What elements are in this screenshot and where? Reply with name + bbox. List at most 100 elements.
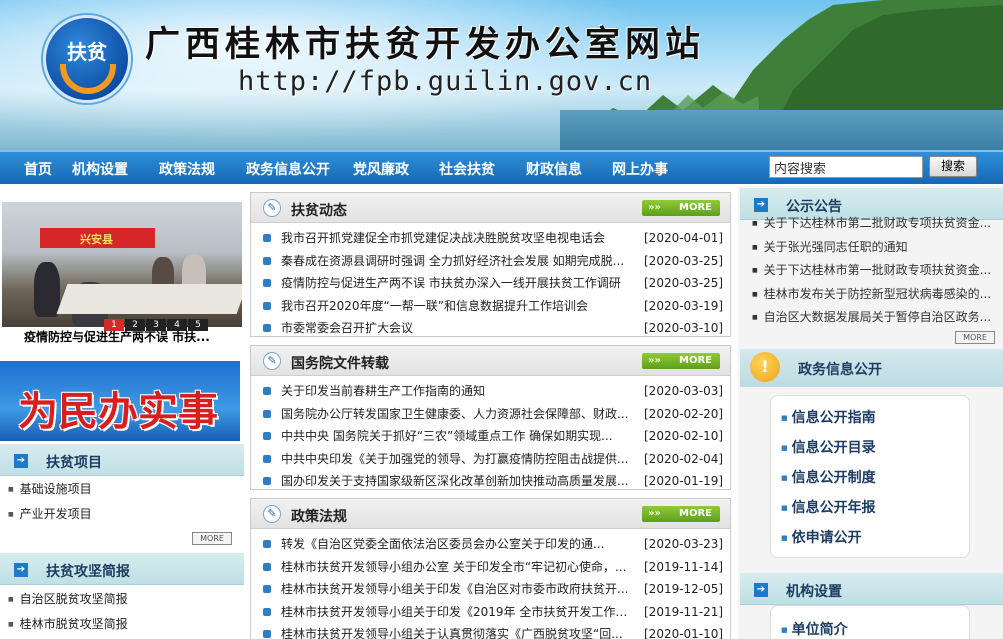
panel-state-council-docs: ✎ 国务院文件转载 MORE 关于印发当前春耕生产工作指南的通知 [2020-03… bbox=[250, 345, 731, 490]
more-button[interactable]: MORE bbox=[192, 532, 232, 545]
news-item[interactable]: 国务院办公厅转发国家卫生健康委、人力资源社会保障部、财政... [2020-02-… bbox=[251, 403, 730, 426]
list-item[interactable]: 关于下达桂林市第二批财政专项扶贫资金... bbox=[752, 212, 992, 236]
news-title[interactable]: 我市召开2020年度“一帮一联”和信息数据提升工作培训会 bbox=[281, 295, 631, 318]
news-title[interactable]: 桂林市扶贫开发领导小组关于印发《2019年 全市扶贫开发工作成... bbox=[281, 601, 631, 624]
news-title[interactable]: 桂林市扶贫开发领导小组办公室 关于印发全市“牢记初心使命，... bbox=[281, 556, 631, 579]
org-box: 单位简介 bbox=[770, 605, 970, 639]
news-list: 转发《自治区党委全面依法治区委员会办公室关于印发的通... [2020-03-23… bbox=[251, 529, 730, 639]
nav-policy[interactable]: 政策法规 bbox=[159, 159, 215, 179]
news-title[interactable]: 国务院办公厅转发国家卫生健康委、人力资源社会保障部、财政... bbox=[281, 403, 631, 426]
slogan-text: 为民办实事 bbox=[18, 388, 218, 435]
news-title[interactable]: 秦春成在资源县调研时强调 全力抓好经济社会发展 如期完成脱... bbox=[281, 250, 631, 273]
news-date: [2019-11-21] bbox=[644, 604, 724, 619]
news-title[interactable]: 我市召开抓党建促全市抓党建促决战决胜脱贫攻坚电视电话会 bbox=[281, 227, 631, 250]
site-banner: 扶贫 广西桂林市扶贫开发办公室网站 http://fpb.guilin.gov.… bbox=[0, 0, 1003, 150]
more-button[interactable]: MORE bbox=[642, 200, 720, 216]
list-item[interactable]: 自治区脱贫攻坚简报 bbox=[8, 587, 128, 612]
news-list: 我市召开抓党建促全市抓党建促决战决胜脱贫攻坚电视电话会 [2020-04-01] … bbox=[251, 223, 730, 340]
section-title: 扶贫攻坚简报 bbox=[46, 564, 130, 580]
nav-online-service[interactable]: 网上办事 bbox=[612, 159, 668, 179]
news-title[interactable]: 中共中央印发《关于加强党的领导、为打赢疫情防控阻击战提供... bbox=[281, 448, 631, 471]
photo-banner-text: 兴安县 bbox=[80, 233, 113, 246]
news-item[interactable]: 我市召开抓党建促全市抓党建促决战决胜脱贫攻坚电视电话会 [2020-04-01] bbox=[251, 227, 730, 250]
section-title: 扶贫项目 bbox=[46, 455, 102, 471]
org-links: 单位简介 bbox=[771, 606, 969, 639]
list-item[interactable]: 桂林市发布关于防控新型冠状病毒感染的... bbox=[752, 283, 992, 307]
news-title[interactable]: 国办印发关于支持国家级新区深化改革创新加快推动高质量发展... bbox=[281, 470, 631, 493]
org-intro-link[interactable]: 单位简介 bbox=[771, 615, 969, 639]
news-item[interactable]: 桂林市扶贫开发领导小组关于印发《自治区对市委市政府扶贫开... [2019-12-… bbox=[251, 578, 730, 601]
news-title[interactable]: 转发《自治区党委全面依法治区委员会办公室关于印发的通... bbox=[281, 533, 631, 556]
nav-party-conduct[interactable]: 党风廉政 bbox=[353, 159, 409, 179]
list-item[interactable]: 关于下达桂林市第一批财政专项扶贫资金... bbox=[752, 259, 992, 283]
news-slideshow-image[interactable]: 兴安县 bbox=[2, 202, 242, 327]
more-button[interactable]: MORE bbox=[642, 353, 720, 369]
news-list: 关于印发当前春耕生产工作指南的通知 [2020-03-03] 国务院办公厅转发国家… bbox=[251, 376, 730, 493]
more-button[interactable]: MORE bbox=[642, 506, 720, 522]
gov-info-request-link[interactable]: 依申请公开 bbox=[771, 523, 969, 553]
gov-info-annual-report-link[interactable]: 信息公开年报 bbox=[771, 493, 969, 523]
nav-home[interactable]: 首页 bbox=[24, 159, 52, 179]
news-item[interactable]: 转发《自治区党委全面依法治区委员会办公室关于印发的通... [2020-03-23… bbox=[251, 533, 730, 556]
news-item[interactable]: 国办印发关于支持国家级新区深化改革创新加快推动高质量发展... [2020-01-… bbox=[251, 470, 730, 493]
panel-title: 国务院文件转载 bbox=[291, 356, 389, 372]
list-item[interactable]: 产业开发项目 bbox=[8, 502, 92, 527]
news-item[interactable]: 中共中央 国务院关于抓好“三农”领域重点工作 确保如期实现... [2020-02… bbox=[251, 425, 730, 448]
panel-policy: ✎ 政策法规 MORE 转发《自治区党委全面依法治区委员会办公室关于印发的通..… bbox=[250, 498, 731, 639]
section-title: 机构设置 bbox=[786, 584, 842, 600]
slogan-banner[interactable]: 为民办实事 bbox=[0, 361, 240, 441]
section-head-gov-info: ! 政务信息公开 bbox=[740, 349, 1003, 387]
photo-person bbox=[34, 262, 60, 317]
news-item[interactable]: 市委常委会召开扩大会议 [2020-03-10] bbox=[251, 317, 730, 340]
nav-finance[interactable]: 财政信息 bbox=[526, 159, 582, 179]
pen-icon: ✎ bbox=[263, 199, 281, 217]
logo-text: 扶贫 bbox=[67, 40, 107, 64]
news-item[interactable]: 中共中央印发《关于加强党的领导、为打赢疫情防控阻击战提供... [2020-02-… bbox=[251, 448, 730, 471]
poverty-alleviation-logo: 扶贫 bbox=[43, 15, 131, 103]
nav-social-aid[interactable]: 社会扶贫 bbox=[439, 159, 495, 179]
news-title[interactable]: 关于印发当前春耕生产工作指南的通知 bbox=[281, 380, 631, 403]
panel-title: 政策法规 bbox=[291, 509, 347, 525]
notice-list: 关于下达桂林市第二批财政专项扶贫资金... 关于张光强同志任职的通知 关于下达桂… bbox=[752, 212, 992, 330]
news-date: [2020-03-25] bbox=[644, 276, 724, 290]
briefing-list: 自治区脱贫攻坚简报 桂林市脱贫攻坚简报 bbox=[8, 587, 128, 637]
section-head-briefing: ➔ 扶贫攻坚简报 bbox=[0, 553, 244, 585]
news-item[interactable]: 桂林市扶贫开发领导小组关于认真贯彻落实《广西脱贫攻坚“回... [2020-01-… bbox=[251, 623, 730, 639]
news-date: [2020-03-23] bbox=[644, 537, 724, 551]
news-item[interactable]: 桂林市扶贫开发领导小组办公室 关于印发全市“牢记初心使命，... [2019-11… bbox=[251, 556, 730, 579]
list-item[interactable]: 基础设施项目 bbox=[8, 477, 92, 502]
nav-organization[interactable]: 机构设置 bbox=[72, 159, 128, 179]
news-item[interactable]: 秦春成在资源县调研时强调 全力抓好经济社会发展 如期完成脱... [2020-03… bbox=[251, 250, 730, 273]
river-water bbox=[560, 110, 1003, 150]
news-title[interactable]: 市委常委会召开扩大会议 bbox=[281, 317, 631, 340]
news-item[interactable]: 关于印发当前春耕生产工作指南的通知 [2020-03-03] bbox=[251, 380, 730, 403]
panel-poverty-news: ✎ 扶贫动态 MORE 我市召开抓党建促全市抓党建促决战决胜脱贫攻坚电视电话会 [… bbox=[250, 192, 731, 337]
search-input[interactable] bbox=[769, 156, 923, 178]
news-title[interactable]: 中共中央 国务院关于抓好“三农”领域重点工作 确保如期实现... bbox=[281, 425, 631, 448]
panel-title: 扶贫动态 bbox=[291, 203, 347, 219]
gov-info-catalog-link[interactable]: 信息公开目录 bbox=[771, 433, 969, 463]
news-date: [2020-02-20] bbox=[644, 406, 724, 421]
news-title[interactable]: 桂林市扶贫开发领导小组关于认真贯彻落实《广西脱贫攻坚“回... bbox=[281, 623, 631, 639]
nav-gov-info[interactable]: 政务信息公开 bbox=[246, 159, 330, 179]
pen-icon: ✎ bbox=[263, 505, 281, 523]
news-date: [2020-02-10] bbox=[644, 429, 724, 443]
gov-info-guide-link[interactable]: 信息公开指南 bbox=[771, 403, 969, 433]
photo-table bbox=[56, 284, 242, 314]
list-item[interactable]: 关于张光强同志任职的通知 bbox=[752, 236, 992, 260]
slideshow-caption[interactable]: 疫情防控与促进生产两不误 市扶... bbox=[2, 328, 242, 346]
more-button[interactable]: MORE bbox=[955, 331, 995, 344]
news-item[interactable]: 桂林市扶贫开发领导小组关于印发《2019年 全市扶贫开发工作成... [2019-… bbox=[251, 601, 730, 624]
search-button[interactable]: 搜索 bbox=[929, 156, 977, 177]
list-item[interactable]: 桂林市脱贫攻坚简报 bbox=[8, 612, 128, 637]
gov-info-rules-link[interactable]: 信息公开制度 bbox=[771, 463, 969, 493]
news-date: [2020-01-10] bbox=[644, 627, 724, 639]
list-item[interactable]: 自治区大数据发展局关于暂停自治区政务... bbox=[752, 306, 992, 330]
arrow-right-icon: ➔ bbox=[14, 454, 28, 468]
news-date: [2019-11-14] bbox=[644, 559, 724, 574]
gov-info-box: 信息公开指南 信息公开目录 信息公开制度 信息公开年报 依申请公开 bbox=[770, 395, 970, 558]
news-item[interactable]: 疫情防控与促进生产两不误 市扶贫办深入一线开展扶贫工作调研 [2020-03-25… bbox=[251, 272, 730, 295]
news-title[interactable]: 疫情防控与促进生产两不误 市扶贫办深入一线开展扶贫工作调研 bbox=[281, 272, 631, 295]
news-item[interactable]: 我市召开2020年度“一帮一联”和信息数据提升工作培训会 [2020-03-19] bbox=[251, 295, 730, 318]
news-title[interactable]: 桂林市扶贫开发领导小组关于印发《自治区对市委市政府扶贫开... bbox=[281, 578, 631, 601]
